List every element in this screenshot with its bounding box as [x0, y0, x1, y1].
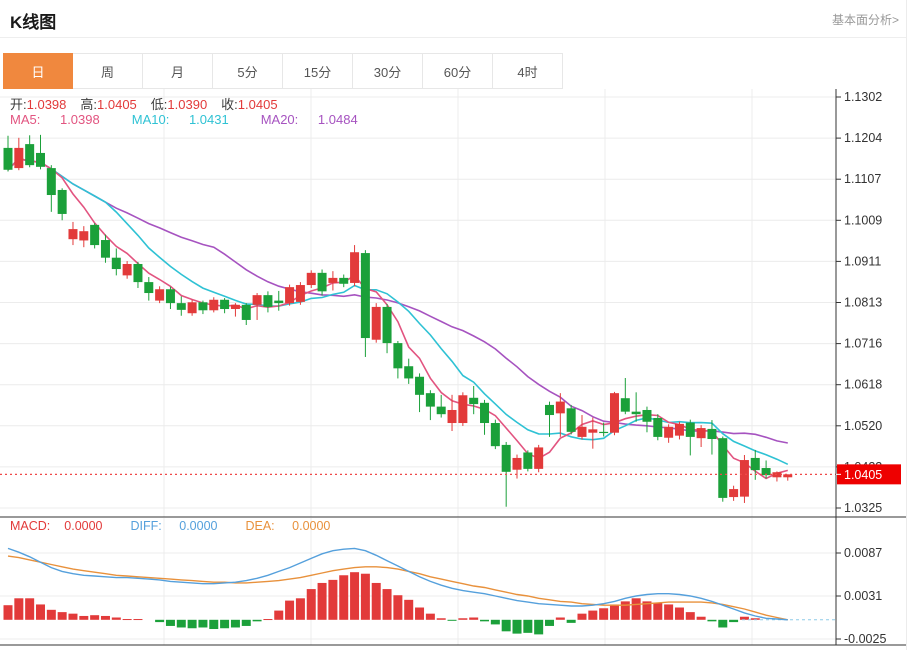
macd-layer: [4, 548, 837, 634]
svg-text:1.1107: 1.1107: [844, 172, 881, 186]
close-value: 1.0405: [238, 97, 278, 112]
svg-text:0.0031: 0.0031: [844, 589, 882, 603]
svg-text:1.0716: 1.0716: [844, 337, 882, 351]
diff-value: 0.0000: [179, 519, 217, 533]
macd-value: 0.0000: [64, 519, 102, 533]
svg-text:1.0618: 1.0618: [844, 378, 882, 392]
low-value: 1.0390: [167, 97, 207, 112]
svg-text:1.1302: 1.1302: [844, 90, 882, 104]
close-label: 收:: [221, 97, 238, 112]
svg-text:1.1204: 1.1204: [844, 131, 882, 145]
macd-label: MACD:: [10, 519, 50, 533]
ma20-value: 1.0484: [318, 112, 358, 127]
svg-text:0.0087: 0.0087: [844, 546, 882, 560]
ma5-label: MA5:: [10, 112, 40, 127]
last-price-badge: 1.0405: [836, 464, 901, 484]
ma5-value: 1.0398: [60, 112, 100, 127]
ohlc-legend: 开:1.0398高:1.0405低:1.0390收:1.0405: [10, 94, 292, 113]
macd-legend: MACD: 0.0000 DIFF: 0.0000 DEA: 0.0000: [10, 519, 358, 533]
high-label: 高:: [80, 97, 97, 112]
svg-text:1.1009: 1.1009: [844, 213, 882, 227]
dea-value: 0.0000: [292, 519, 330, 533]
svg-text:1.0911: 1.0911: [844, 254, 881, 268]
kline-page: { "header": { "title": "K线图", "link": "基…: [0, 0, 907, 650]
svg-text:1.0813: 1.0813: [844, 296, 882, 310]
price-axis-labels: 1.1302 1.1204 1.1107 1.1009 1.0911 1.0813 1.07…: [836, 90, 886, 646]
ma20-label: MA20:: [261, 112, 299, 127]
low-label: 低:: [151, 97, 168, 112]
ma20-line: [8, 159, 788, 443]
grid-layer: [0, 89, 836, 645]
ma10-line: [8, 159, 788, 465]
diff-label: DIFF:: [131, 519, 162, 533]
svg-text:-0.0025: -0.0025: [844, 632, 886, 646]
svg-text:1.0325: 1.0325: [844, 501, 882, 515]
ma-legend: MA5: 1.0398 MA10: 1.0431 MA20: 1.0484: [10, 112, 390, 127]
high-value: 1.0405: [97, 97, 137, 112]
svg-text:1.0520: 1.0520: [844, 419, 882, 433]
axis-frame: [0, 89, 907, 645]
dea-label: DEA:: [245, 519, 274, 533]
svg-text:1.0405: 1.0405: [844, 468, 882, 482]
ma10-value: 1.0431: [189, 112, 229, 127]
open-label: 开:: [10, 97, 27, 112]
open-value: 1.0398: [27, 97, 67, 112]
ma10-label: MA10:: [132, 112, 170, 127]
